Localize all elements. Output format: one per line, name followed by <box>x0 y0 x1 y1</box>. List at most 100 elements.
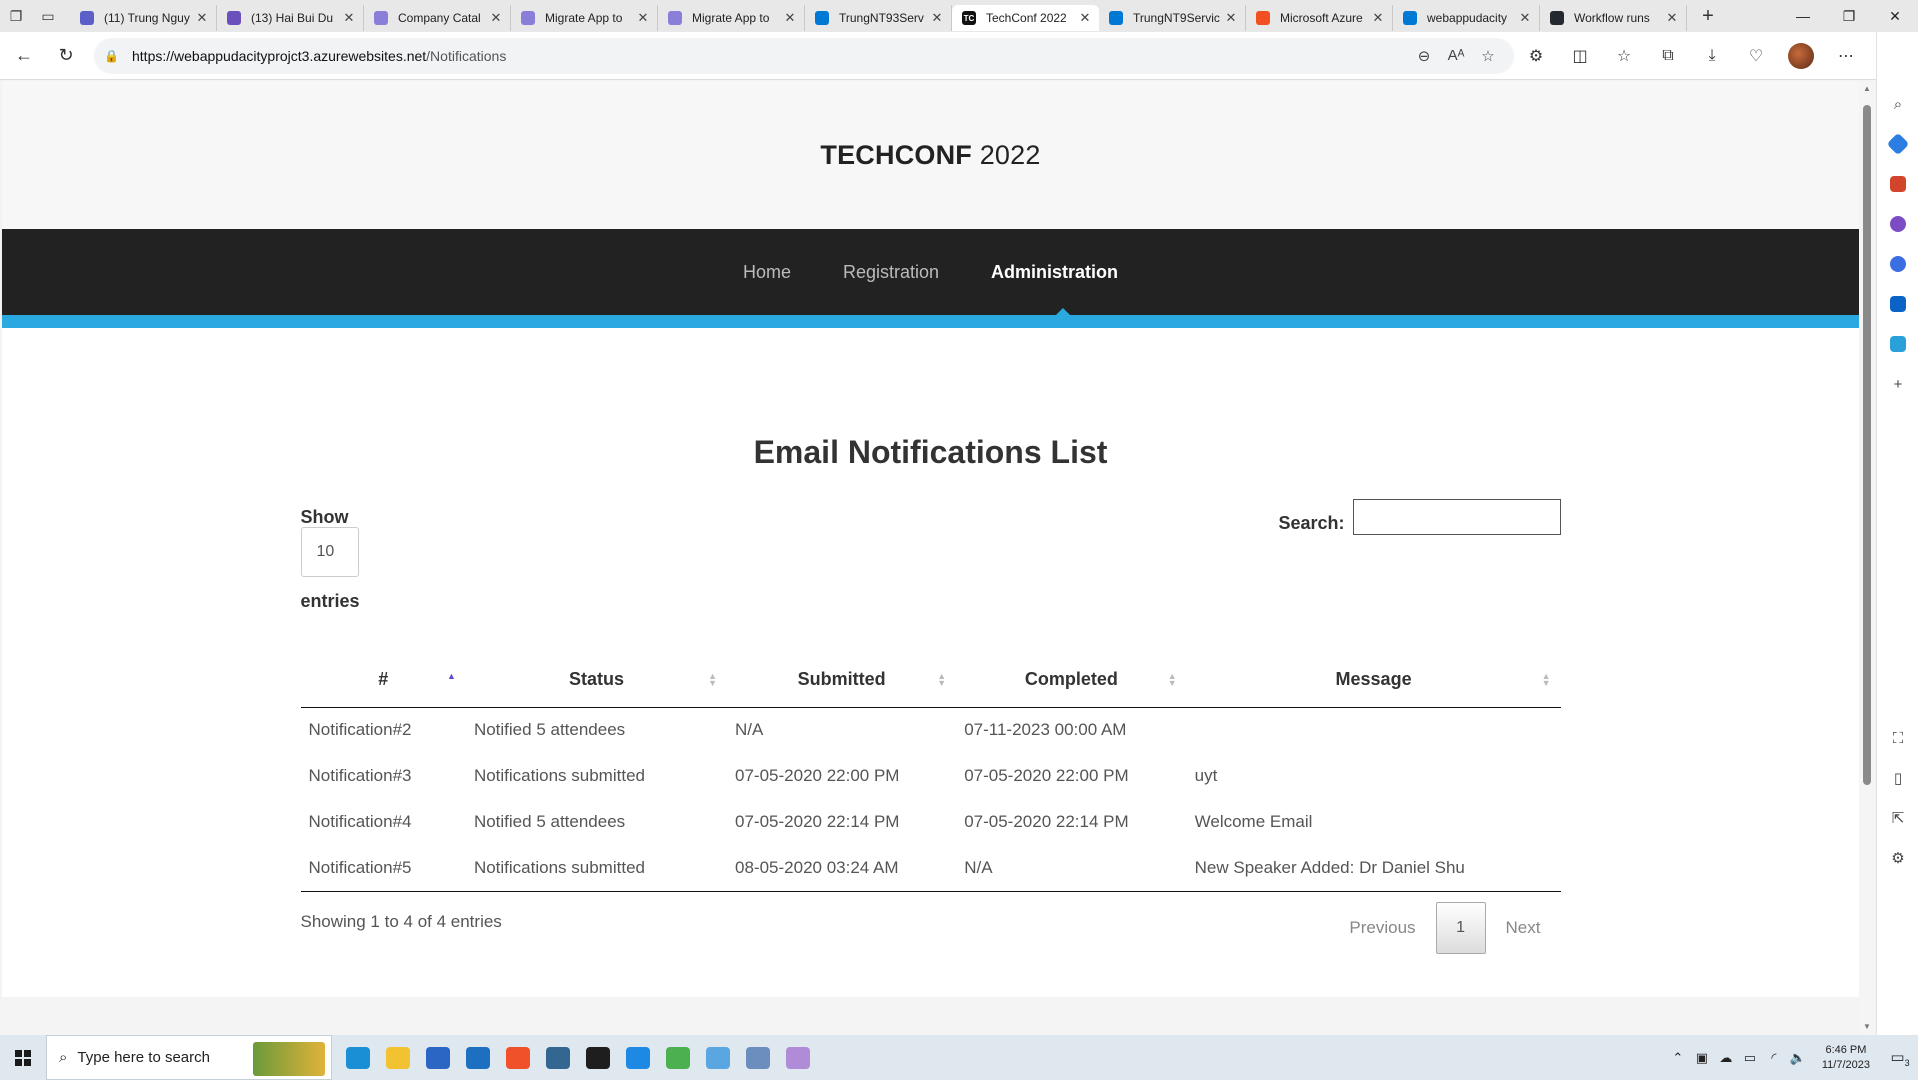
minimize-button[interactable]: — <box>1780 0 1826 32</box>
browser-tab[interactable]: Microsoft Azure ✕ <box>1246 5 1393 31</box>
scroll-up-icon[interactable]: ▲ <box>1859 81 1875 97</box>
more-menu-icon[interactable]: ⋯ <box>1824 38 1868 74</box>
tab-close-icon[interactable]: ✕ <box>1077 10 1093 26</box>
search-input[interactable] <box>1352 499 1561 535</box>
tab-favicon-icon <box>1109 11 1123 25</box>
column-header-status[interactable]: Status ▲ ▼ <box>465 653 728 708</box>
drop-icon[interactable] <box>1877 324 1918 364</box>
cell-submitted: 08-05-2020 03:24 AM <box>727 845 957 892</box>
tab-title: Microsoft Azure <box>1280 11 1363 25</box>
downloads-icon[interactable]: ⤓ <box>1690 38 1734 74</box>
profile-avatar[interactable] <box>1788 42 1814 69</box>
previous-page-button[interactable]: Previous <box>1329 902 1435 954</box>
browser-tab[interactable]: webappudacity ✕ <box>1393 5 1540 31</box>
search-icon[interactable]: ⌕ <box>1877 84 1918 124</box>
site-logo[interactable]: TECHCONF 2022 <box>820 140 1040 171</box>
microsoft-365-icon[interactable] <box>1877 244 1918 284</box>
collections-icon[interactable]: ⧉ <box>1646 38 1690 74</box>
volume-icon[interactable]: 🔈 <box>1786 1050 1810 1066</box>
close-window-button[interactable]: ✕ <box>1872 0 1918 32</box>
nav-link-registration[interactable]: Registration <box>843 262 939 283</box>
restore-button[interactable]: ❐ <box>1826 0 1872 32</box>
browser-tab[interactable]: Workflow runs ✕ <box>1540 5 1687 31</box>
read-aloud-icon[interactable]: Aᴬ <box>1440 47 1472 64</box>
outlook-icon[interactable] <box>1877 284 1918 324</box>
tab-close-icon[interactable]: ✕ <box>929 10 945 26</box>
tab-close-icon[interactable]: ✕ <box>488 10 504 26</box>
storage-explorer-icon[interactable] <box>738 1035 778 1080</box>
tools-briefcase-icon[interactable] <box>1877 164 1918 204</box>
start-button[interactable] <box>0 1035 46 1080</box>
tab-close-icon[interactable]: ✕ <box>1370 10 1386 26</box>
file-explorer-icon[interactable] <box>378 1035 418 1080</box>
edge-app-icon[interactable] <box>338 1035 378 1080</box>
mail-icon[interactable] <box>458 1035 498 1080</box>
wifi-icon[interactable]: ◜ <box>1762 1050 1786 1066</box>
tab-close-icon[interactable]: ✕ <box>1223 10 1239 26</box>
screenshot-icon[interactable]: ⛶ <box>1877 718 1918 758</box>
tab-close-icon[interactable]: ✕ <box>341 10 357 26</box>
taskbar-search-box[interactable]: ⌕ Type here to search <box>46 1035 332 1080</box>
column-header-completed[interactable]: Completed ▲ ▼ <box>956 653 1187 708</box>
add-sidebar-app-icon[interactable]: + <box>1877 364 1918 404</box>
tab-close-icon[interactable]: ✕ <box>782 10 798 26</box>
scroll-thumb[interactable] <box>1863 105 1871 785</box>
browser-essentials-icon[interactable]: ♡ <box>1734 38 1778 74</box>
workspaces-icon[interactable]: ❐ <box>0 0 32 32</box>
nav-link-administration[interactable]: Administration <box>991 262 1118 283</box>
column-header-message[interactable]: Message ▲ ▼ <box>1186 653 1561 708</box>
postgres-icon[interactable] <box>538 1035 578 1080</box>
back-button[interactable]: ← <box>6 38 42 74</box>
column-header-id[interactable]: # ▲ <box>300 653 466 708</box>
shopping-tag-icon[interactable] <box>1877 124 1918 164</box>
lock-icon[interactable]: 🔒 <box>104 49 126 63</box>
new-tab-button[interactable]: + <box>1693 1 1723 31</box>
tab-title: Migrate App to <box>692 11 770 25</box>
column-header-submitted[interactable]: Submitted ▲ ▼ <box>727 653 957 708</box>
vscode-icon[interactable] <box>618 1035 658 1080</box>
refresh-button[interactable]: ↻ <box>48 38 84 74</box>
terminal-icon[interactable] <box>578 1035 618 1080</box>
brave-icon[interactable] <box>498 1035 538 1080</box>
browser-tab[interactable]: TC TechConf 2022 ✕ <box>952 5 1099 31</box>
browser-tab[interactable]: (11) Trung Nguy ✕ <box>70 5 217 31</box>
store-icon[interactable] <box>418 1035 458 1080</box>
browser-tab[interactable]: TrungNT93Serv ✕ <box>805 5 952 31</box>
next-page-button[interactable]: Next <box>1486 902 1561 954</box>
sidebar-layout-icon[interactable]: ▯ <box>1877 758 1918 798</box>
paint-icon[interactable] <box>778 1035 818 1080</box>
page-number-button[interactable]: 1 <box>1435 901 1486 954</box>
favorite-star-icon[interactable]: ☆ <box>1472 47 1504 65</box>
tab-actions-icon[interactable]: ▭ <box>32 0 64 32</box>
notification-center-icon[interactable]: ▭3 <box>1882 1048 1918 1068</box>
notepad-icon[interactable] <box>658 1035 698 1080</box>
meet-now-icon[interactable]: ▣ <box>1690 1050 1714 1066</box>
azure-data-studio-icon[interactable] <box>698 1035 738 1080</box>
browser-tab[interactable]: Migrate App to ✕ <box>658 5 805 31</box>
split-screen-icon[interactable]: ◫ <box>1558 38 1602 74</box>
tab-close-icon[interactable]: ✕ <box>1517 10 1533 26</box>
extensions-icon[interactable]: ⚙ <box>1514 38 1558 74</box>
games-icon[interactable] <box>1877 204 1918 244</box>
open-external-icon[interactable]: ⇱ <box>1877 798 1918 838</box>
taskbar-clock[interactable]: 6:46 PM 11/7/2023 <box>1822 1043 1870 1073</box>
browser-tab[interactable]: Company Catal ✕ <box>364 5 511 31</box>
sidebar-settings-icon[interactable]: ⚙ <box>1877 838 1918 878</box>
page-length-select[interactable]: 10 <box>300 527 359 577</box>
zoom-out-icon[interactable]: ⊖ <box>1408 47 1440 65</box>
browser-tab[interactable]: (13) Hai Bui Du ✕ <box>217 5 364 31</box>
page-scrollbar[interactable]: ▲ ▼ <box>1859 81 1875 1035</box>
tab-close-icon[interactable]: ✕ <box>635 10 651 26</box>
browser-tab[interactable]: Migrate App to ✕ <box>511 5 658 31</box>
chevron-up-icon[interactable]: ⌃ <box>1666 1050 1690 1066</box>
scroll-down-icon[interactable]: ▼ <box>1859 1019 1875 1035</box>
tab-close-icon[interactable]: ✕ <box>1664 10 1680 26</box>
tab-close-icon[interactable]: ✕ <box>194 10 210 26</box>
address-bar[interactable]: 🔒 https://webappudacityprojct3.azurewebs… <box>94 37 1514 74</box>
onedrive-icon[interactable]: ☁ <box>1714 1050 1738 1066</box>
browser-tab[interactable]: TrungNT9Servic ✕ <box>1099 5 1246 31</box>
nav-link-home[interactable]: Home <box>743 262 791 283</box>
favorites-icon[interactable]: ☆ <box>1602 38 1646 74</box>
url-text[interactable]: https://webappudacityprojct3.azurewebsit… <box>132 48 1408 64</box>
battery-icon[interactable]: ▭ <box>1738 1050 1762 1066</box>
